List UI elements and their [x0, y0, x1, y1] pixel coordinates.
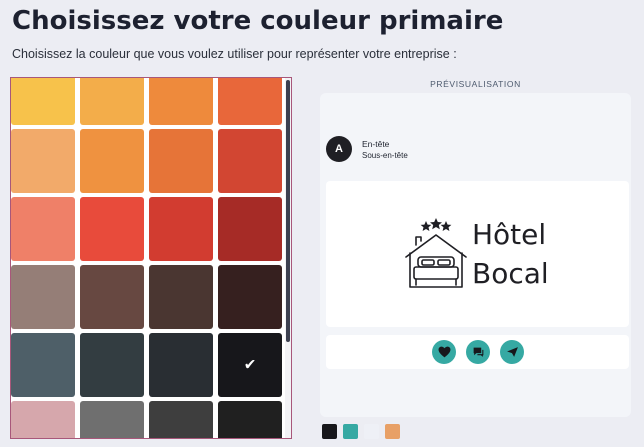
color-swatch[interactable] — [80, 197, 144, 261]
hotel-logo-icon — [405, 218, 467, 288]
color-swatch[interactable] — [80, 333, 144, 397]
color-swatch[interactable] — [11, 333, 75, 397]
color-swatch[interactable] — [80, 401, 144, 438]
scrollbar-thumb[interactable] — [286, 80, 290, 342]
color-swatch[interactable] — [149, 333, 213, 397]
color-swatch[interactable] — [218, 401, 282, 438]
color-swatch[interactable] — [11, 129, 75, 193]
avatar: A — [326, 136, 352, 162]
selected-color-chip — [343, 424, 358, 439]
preview-label: PRÉVISUALISATION — [430, 79, 521, 89]
color-swatch[interactable] — [149, 129, 213, 193]
preview-header-title: En-tête — [362, 139, 390, 149]
color-swatch[interactable] — [218, 197, 282, 261]
logo-text-line2: Bocal — [472, 257, 549, 290]
like-button[interactable] — [432, 340, 456, 364]
color-swatch[interactable] — [149, 265, 213, 329]
preview-actions — [326, 335, 629, 369]
color-swatch[interactable] — [149, 197, 213, 261]
chat-icon — [473, 347, 483, 357]
color-swatch[interactable] — [218, 129, 282, 193]
page-title: Choisissez votre couleur primaire — [12, 6, 504, 36]
send-button[interactable] — [500, 340, 524, 364]
color-swatch[interactable] — [218, 265, 282, 329]
color-swatch[interactable] — [218, 78, 282, 125]
color-swatch[interactable] — [80, 78, 144, 125]
send-icon — [506, 347, 518, 357]
preview-image: Hôtel Bocal — [326, 181, 629, 327]
color-swatch[interactable] — [11, 78, 75, 125]
color-swatch[interactable] — [11, 265, 75, 329]
selected-color-chip — [322, 424, 337, 439]
preview-header-subtitle: Sous-en-tête — [362, 151, 408, 160]
color-swatch[interactable] — [149, 401, 213, 438]
color-palette: ✔ — [10, 77, 292, 439]
color-swatch[interactable] — [80, 129, 144, 193]
preview-card: A En-tête Sous-en-tête Hôtel Bocal — [320, 93, 631, 417]
palette-grid: ✔ — [11, 78, 285, 438]
palette-scrollbar[interactable] — [285, 78, 291, 438]
comment-button[interactable] — [466, 340, 490, 364]
logo-text-line1: Hôtel — [472, 218, 547, 251]
selected-color-chip — [364, 424, 379, 439]
check-icon: ✔ — [243, 356, 257, 374]
color-swatch[interactable] — [11, 401, 75, 438]
selected-color-chip — [385, 424, 400, 439]
heart-icon — [438, 346, 450, 358]
color-swatch[interactable]: ✔ — [218, 333, 282, 397]
page-subtitle: Choisissez la couleur que vous voulez ut… — [12, 47, 457, 61]
color-swatch[interactable] — [11, 197, 75, 261]
color-swatch[interactable] — [80, 265, 144, 329]
color-swatch[interactable] — [149, 78, 213, 125]
